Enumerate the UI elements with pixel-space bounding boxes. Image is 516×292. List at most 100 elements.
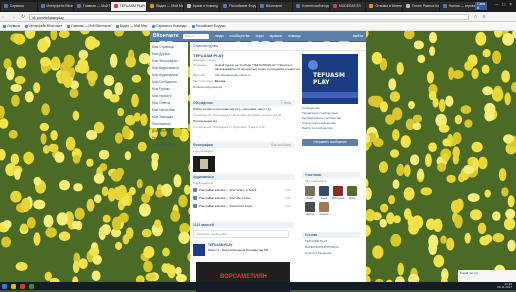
- browser-tab[interactable]: ВКонтакте: [257, 2, 293, 11]
- left-menu-item[interactable]: Мои Аудиозаписи: [150, 72, 188, 79]
- bookmark-item[interactable]: Российские Форумы: [192, 24, 226, 28]
- browser-tab[interactable]: Интерфейс ВКонта: [38, 2, 74, 11]
- tab-favicon-icon: [41, 4, 45, 8]
- vk-logo[interactable]: ВКонтакте: [153, 33, 179, 39]
- tulip-flower: [502, 33, 514, 46]
- left-menu-item[interactable]: Мои Группы: [150, 86, 188, 93]
- left-menu-item[interactable]: Мои Видеозаписи: [150, 65, 188, 72]
- left-menu-item[interactable]: Мои Друзья: [150, 51, 188, 58]
- browser-tab[interactable]: Клиентский вход: [293, 2, 329, 11]
- close-icon[interactable]: ×: [509, 2, 512, 10]
- bookmark-item[interactable]: Видео — Мой Мир: [116, 24, 148, 28]
- vk-nav-item[interactable]: люди: [215, 34, 224, 38]
- member-item[interactable]: Павел: [304, 186, 316, 200]
- profile-button[interactable]: Саня В: [475, 2, 487, 10]
- tulip-flower: [439, 124, 450, 132]
- url-field[interactable]: vk.com/tefuasmplay: [29, 14, 469, 20]
- audio-row[interactable]: ZhenyaBoii Fabuda — Descent to Crete4:12: [190, 202, 294, 210]
- member-item[interactable]: Дима: [346, 186, 358, 200]
- minimize-icon[interactable]: –: [495, 2, 498, 10]
- chat-popup[interactable]: Тихий чат (1): [458, 270, 516, 282]
- left-menu-item[interactable]: TEFUASM PLAY: [150, 142, 188, 149]
- external-link[interactable]: Группа в Facebook: [302, 250, 360, 256]
- browser-tab[interactable]: MODERATOR: [330, 2, 366, 11]
- reload-icon[interactable]: ↻: [20, 14, 26, 20]
- member-item[interactable]: Никита: [304, 202, 316, 216]
- bookmark-item[interactable]: Сервисы: [3, 24, 20, 28]
- tulip-flower: [75, 64, 83, 72]
- info-label: Описание:: [193, 63, 215, 71]
- bookmark-item[interactable]: Главная — Мой ВКонтакте: [67, 24, 111, 28]
- photos-all-link[interactable]: Все альбомы: [271, 143, 291, 147]
- left-menu-item[interactable]: Мои Закладки: [150, 114, 188, 121]
- photo-thumbnail[interactable]: [193, 156, 215, 172]
- tulip-flower: [138, 142, 147, 152]
- bookmark-item[interactable]: Сервисы и Команды: [152, 24, 186, 28]
- back-icon[interactable]: ←: [0, 14, 7, 20]
- forward-icon[interactable]: →: [10, 14, 17, 20]
- more-info-link[interactable]: Полная информация: [190, 84, 294, 90]
- vk-nav-item[interactable]: музыка: [270, 34, 282, 38]
- browser-tab[interactable]: Главная — Мой ВК: [74, 2, 110, 11]
- send-message-button[interactable]: Отправить сообщение: [302, 139, 358, 146]
- tulip-flower: [43, 145, 50, 154]
- star-icon[interactable]: ☆: [472, 14, 478, 20]
- website-link[interactable]: http://tefuasmplay.narod.ru: [215, 73, 275, 77]
- tulip-flower: [72, 221, 79, 229]
- browser-tab[interactable]: Наглая — игровые: [440, 2, 476, 11]
- vk-nav-item[interactable]: помощь: [288, 34, 301, 38]
- group-type: Открытая группа: [190, 42, 366, 51]
- play-icon[interactable]: [193, 188, 197, 192]
- vk-nav-item[interactable]: игры: [256, 34, 264, 38]
- vk-header: ВКонтакте Поиск люди сообщества игры музыка…: [150, 31, 366, 41]
- group-action-link[interactable]: Выйти из сообщества: [302, 126, 358, 131]
- browser-tab[interactable]: Российские Форум: [220, 2, 256, 11]
- browser-tab[interactable]: Архив и Команд: [184, 2, 220, 11]
- left-menu-item[interactable]: Приложения: [150, 121, 188, 128]
- member-item[interactable]: Мошенник: [332, 186, 344, 200]
- member-item[interactable]: Андрей: [318, 202, 330, 216]
- browser-tab[interactable]: Сервисы: [1, 2, 37, 11]
- audio-row[interactable]: ZhenyaBoii Fabuda — First Scene in Stock…: [190, 186, 294, 194]
- menu-icon[interactable]: ≡: [482, 14, 487, 20]
- left-menu-item[interactable]: Документы: [150, 128, 188, 135]
- maximize-icon[interactable]: □: [502, 2, 505, 10]
- explorer-icon[interactable]: [11, 284, 16, 289]
- browser-tab[interactable]: Отзывы и Мнения: [366, 2, 402, 11]
- left-menu-item[interactable]: Моя Страница: [150, 44, 188, 51]
- browser-tab[interactable]: TEFUASM PLAY: [111, 2, 147, 11]
- play-icon[interactable]: [193, 204, 197, 208]
- start-icon[interactable]: [2, 284, 7, 289]
- wall-header[interactable]: 1314 записей: [190, 222, 294, 228]
- post-author-avatar[interactable]: [193, 244, 205, 256]
- left-menu-item[interactable]: Мои Сообщения: [150, 79, 188, 86]
- audio-row[interactable]: ZhenyaBoii Fabuda — Don't Be a Hero3:40: [190, 194, 294, 202]
- browser-tab[interactable]: После Разных Комм: [403, 2, 439, 11]
- tulip-flower: [417, 55, 425, 63]
- browser-tab[interactable]: Видео — Мой Мир: [147, 2, 183, 11]
- tulip-flower: [392, 107, 402, 120]
- tulip-flower: [87, 71, 98, 82]
- bookmark-item[interactable]: Интерфейс ВКонтакте: [25, 24, 62, 28]
- member-item[interactable]: Саня: [318, 186, 330, 200]
- app-icon[interactable]: [29, 284, 34, 289]
- play-icon[interactable]: [193, 196, 197, 200]
- vk-exit-link[interactable]: выйти: [353, 34, 363, 38]
- tulip-flower: [9, 130, 18, 139]
- tulip-flower: [55, 152, 65, 163]
- wall-post-input[interactable]: Написать сообщение...: [193, 230, 289, 238]
- tulip-flower: [390, 91, 400, 102]
- left-menu-item[interactable]: Мои Настройки: [150, 107, 188, 114]
- vk-search-input[interactable]: Поиск: [183, 34, 209, 39]
- vk-nav-item[interactable]: сообщества: [230, 34, 250, 38]
- post-author[interactable]: TEFUASM PLAY: [208, 243, 233, 247]
- tulip-flower: [6, 67, 14, 80]
- left-menu-item[interactable]: Мои Ответы: [150, 100, 188, 107]
- audio-duration: 4:12: [285, 204, 291, 208]
- left-menu-item[interactable]: Реклама: [150, 135, 188, 142]
- browser-icon[interactable]: [20, 284, 25, 289]
- tab-title: TEFUASM PLAY: [120, 4, 146, 8]
- left-menu-item[interactable]: Мои Новости: [150, 93, 188, 100]
- tulip-flower: [99, 150, 110, 160]
- left-menu-item[interactable]: Мои Фотографии: [150, 58, 188, 65]
